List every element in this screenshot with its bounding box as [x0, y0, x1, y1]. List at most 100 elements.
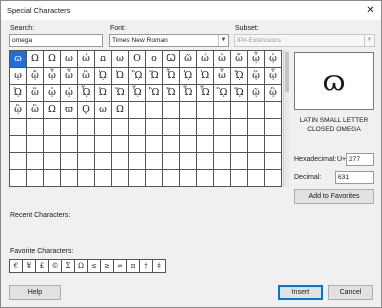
character-cell[interactable]: Ὥ	[146, 68, 163, 85]
character-cell[interactable]: ϖ	[61, 102, 78, 119]
favorite-character-cell[interactable]: ¥	[23, 260, 36, 273]
character-cell[interactable]: ᾬ	[231, 68, 248, 85]
character-cell[interactable]: Ω	[44, 102, 61, 119]
close-icon[interactable]: ✕	[364, 4, 377, 17]
favorite-character-cell[interactable]: ©	[49, 260, 62, 273]
empty-cell	[163, 102, 180, 119]
special-characters-dialog: Special Characters ✕ Search: omega Font:…	[0, 0, 382, 308]
empty-cell	[180, 136, 197, 153]
empty-cell	[163, 136, 180, 153]
add-to-favorites-button[interactable]: Add to Favorites	[294, 189, 374, 204]
empty-cell	[44, 170, 61, 187]
empty-cell	[163, 119, 180, 136]
insert-button[interactable]: Insert	[278, 285, 323, 300]
character-cell[interactable]: ᾤ	[27, 68, 44, 85]
character-cell[interactable]: ω	[112, 51, 129, 68]
character-cell[interactable]: ω	[61, 51, 78, 68]
favorite-character-cell[interactable]: ‡	[153, 260, 166, 273]
scrollbar-thumb[interactable]	[285, 52, 289, 92]
empty-cell	[231, 170, 248, 187]
character-cell[interactable]: ὤ	[231, 51, 248, 68]
character-cell[interactable]: Ὠ	[95, 85, 112, 102]
character-cell[interactable]: Ὡ	[197, 68, 214, 85]
character-cell[interactable]: ᾢ	[10, 102, 27, 119]
character-cell[interactable]: Ὠ	[112, 68, 129, 85]
decimal-field[interactable]: 631	[335, 171, 374, 184]
character-cell[interactable]: ᾨ	[95, 68, 112, 85]
character-cell[interactable]: ᾨ	[10, 85, 27, 102]
favorite-character-cell[interactable]: Σ	[62, 260, 75, 273]
character-cell[interactable]: ῳ	[10, 68, 27, 85]
character-cell[interactable]: Ꞷ	[163, 51, 180, 68]
character-cell[interactable]: Ω	[44, 51, 61, 68]
character-cell[interactable]: ᾪ	[129, 68, 146, 85]
favorite-character-cell[interactable]: ≤	[88, 260, 101, 273]
chevron-down-icon: ▼	[218, 35, 228, 46]
character-cell[interactable]: Ὦ	[163, 68, 180, 85]
character-cell[interactable]: ῷ	[248, 85, 265, 102]
character-cell[interactable]: ὧ	[214, 68, 231, 85]
character-cell[interactable]: ὠ	[214, 51, 231, 68]
cancel-button[interactable]: Cancel	[328, 285, 373, 300]
character-cell[interactable]: ꭥ	[95, 51, 112, 68]
character-cell[interactable]: ῴ	[61, 85, 78, 102]
character-cell[interactable]: ᾠ	[265, 51, 282, 68]
character-cell[interactable]: ὦ	[61, 68, 78, 85]
character-cell[interactable]: ᾡ	[44, 85, 61, 102]
character-cell[interactable]: Ϙ	[78, 102, 95, 119]
favorite-character-cell[interactable]: ≥	[101, 260, 114, 273]
hexadecimal-field[interactable]: 277	[346, 153, 374, 166]
favorite-characters-grid[interactable]: € ¥ £ © Σ Ω ≤ ≥ ∞ π † ‡	[9, 259, 166, 273]
character-cell[interactable]: Ὦ	[180, 85, 197, 102]
empty-cell	[44, 153, 61, 170]
empty-cell	[265, 136, 282, 153]
grid-scrollbar[interactable]	[283, 50, 289, 187]
character-cell[interactable]: ᾯ	[129, 85, 146, 102]
character-cell[interactable]: ω	[95, 102, 112, 119]
character-cell[interactable]: ᾦ	[44, 68, 61, 85]
favorite-character-cell[interactable]: ∞	[114, 260, 127, 273]
character-cell[interactable]: ᾦ	[248, 51, 265, 68]
character-cell[interactable]: ᾭ	[231, 85, 248, 102]
favorite-character-cell[interactable]: †	[140, 260, 153, 273]
character-cell[interactable]: ᾮ	[78, 85, 95, 102]
character-cell[interactable]: ᾧ	[265, 68, 282, 85]
empty-cell	[10, 170, 27, 187]
character-cell[interactable]: ᾣ	[265, 85, 282, 102]
empty-cell	[265, 102, 282, 119]
help-button[interactable]: Help	[9, 285, 61, 300]
character-cell[interactable]: ὥ	[27, 85, 44, 102]
character-cell[interactable]: ώ	[78, 51, 95, 68]
character-cell[interactable]: Ω	[27, 51, 44, 68]
character-cell[interactable]: Ο	[129, 51, 146, 68]
character-cell[interactable]: Ὤ	[163, 85, 180, 102]
favorite-character-cell[interactable]: π	[127, 260, 140, 273]
character-cell[interactable]: ῶ	[180, 51, 197, 68]
character-cell[interactable]: Ὧ	[197, 85, 214, 102]
character-cell[interactable]: Ὢ	[146, 85, 163, 102]
character-cell[interactable]: ᾥ	[248, 68, 265, 85]
character-cell[interactable]: ɷ	[10, 51, 27, 68]
character-cell[interactable]: Ὥ	[112, 85, 129, 102]
favorite-character-cell[interactable]: €	[10, 260, 23, 273]
character-cell[interactable]: ᾩ	[180, 68, 197, 85]
character-cell[interactable]: ὣ	[27, 102, 44, 119]
character-grid[interactable]: ɷΩΩωώꭥωΟοꞶῶώὠὤᾦᾠῳᾤᾦὦὢᾨὨᾪὭὮᾩὩὧᾬᾥᾧᾨὥᾡῴᾮὨὭᾯ…	[9, 50, 282, 187]
empty-cell	[146, 170, 163, 187]
favorite-character-cell[interactable]: £	[36, 260, 49, 273]
character-cell[interactable]: ο	[146, 51, 163, 68]
character-cell[interactable]: ώ	[197, 51, 214, 68]
font-dropdown[interactable]: Times New Roman ▼	[109, 34, 229, 47]
font-label: Font:	[110, 25, 126, 32]
empty-cell	[95, 153, 112, 170]
empty-cell	[231, 136, 248, 153]
recent-characters-label: Recent Characters:	[10, 212, 71, 219]
character-cell[interactable]: ὢ	[78, 68, 95, 85]
empty-cell	[27, 119, 44, 136]
empty-cell	[44, 119, 61, 136]
character-cell[interactable]: Ω	[112, 102, 129, 119]
subset-dropdown[interactable]: IPA Extensions ▼	[234, 34, 375, 47]
search-input[interactable]: omega	[9, 34, 103, 47]
favorite-character-cell[interactable]: Ω	[75, 260, 88, 273]
character-cell[interactable]: ᾫ	[214, 85, 231, 102]
